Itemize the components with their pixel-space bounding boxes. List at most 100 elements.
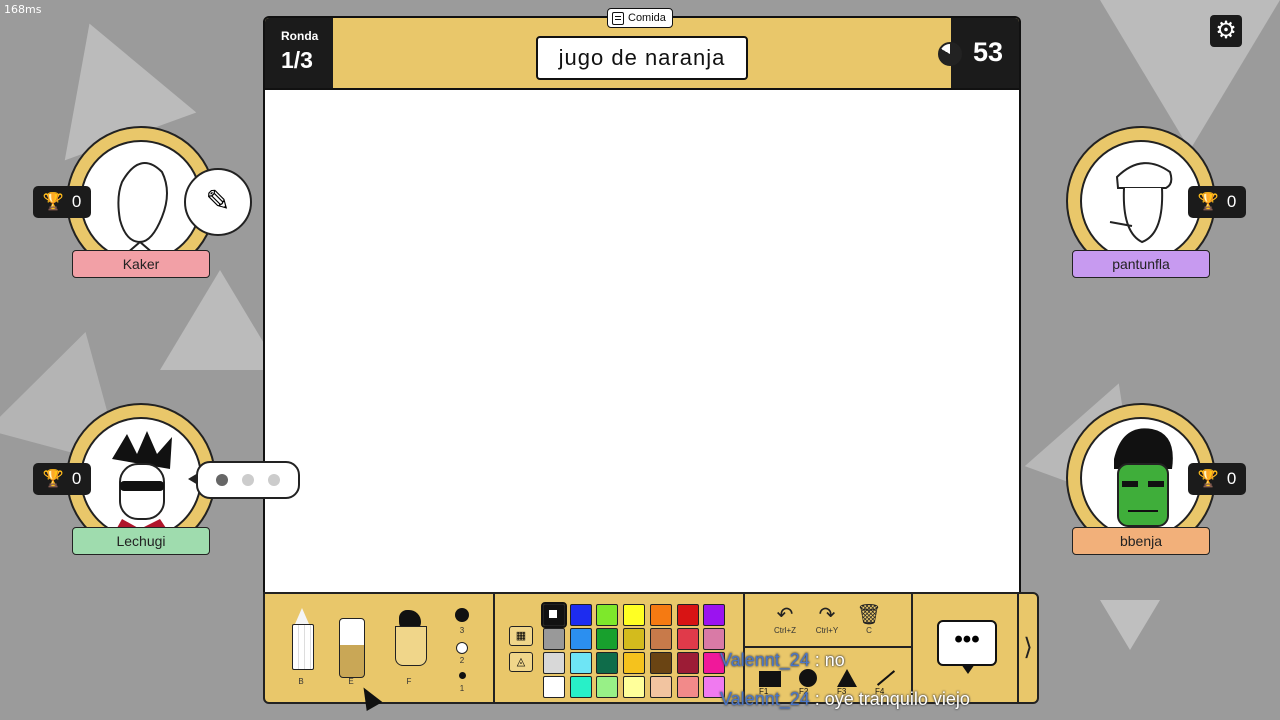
bucket-icon [395,626,427,666]
clear-button[interactable]: 🗑 C [849,604,889,635]
color-swatch[interactable] [596,652,619,674]
pencil-icon: ✎ [205,185,231,218]
latency-readout: 168ms [4,3,42,16]
color-swatch[interactable] [676,676,699,698]
color-swatch[interactable] [649,652,672,674]
bg-triangle [1100,600,1160,650]
chat-username: Valennt_24 [720,650,810,670]
player-name: bbenja [1072,527,1210,555]
player-name: Lechugi [72,527,210,555]
chat-panel: ••• [911,592,1019,704]
score-badge: 🏆 0 [33,186,91,218]
color-swatch[interactable] [623,628,646,650]
chat-text: : no [814,650,845,670]
color-swatch[interactable] [649,604,672,626]
gear-icon: ⚙ [1215,17,1237,44]
color-swatch[interactable] [596,604,619,626]
drawing-canvas[interactable] [265,90,1019,596]
bg-triangle [160,270,280,370]
trash-icon: 🗑 [856,604,882,626]
chat-message: Valennt_24 : no [720,650,845,671]
color-swatch[interactable] [569,676,592,698]
color-swatch[interactable] [543,652,565,674]
color-palette: ▦ ◬ [493,592,745,704]
typing-dot [216,474,228,486]
avatar [80,417,202,539]
color-swatch[interactable] [676,652,699,674]
player-score: 0 [1226,192,1237,211]
drawing-toolbar: B E F 3 2 1 ▦ ◬ ↶ Ctrl+Z ↷ Ctrl+Y 🗑 C F1… [263,592,1039,704]
actions-panel: ↶ Ctrl+Z ↷ Ctrl+Y 🗑 C F1 F2 F3 F4 [743,592,913,704]
avatar [1080,140,1202,262]
redo-button[interactable]: ↷ Ctrl+Y [807,604,847,635]
grid-toggle-button[interactable]: ▦ [509,626,533,646]
triangle-icon [837,669,857,687]
brush-size-large[interactable] [455,608,469,622]
avatar-drawing [1114,428,1173,527]
color-swatch[interactable] [543,628,565,650]
color-swatch[interactable] [703,628,726,650]
eraser-icon [339,618,365,678]
divider [745,646,911,648]
trophy-icon: 🏆 [42,192,64,211]
settings-button[interactable]: ⚙ [1210,15,1242,47]
undo-shortcut: Ctrl+Z [774,626,796,635]
category-label: Comida [628,12,666,24]
brush-size-medium[interactable] [456,642,468,654]
avatar-drawing [117,162,168,255]
trophy-icon: 🏆 [42,469,64,488]
player-score: 0 [71,192,82,211]
color-swatch[interactable] [623,604,646,626]
eraser-tool[interactable]: E [331,608,371,686]
color-swatch[interactable] [676,604,699,626]
brush-size-label: 1 [459,684,465,693]
board-header: Ronda 1/3 Comida jugo de naranja 53 [265,8,1019,90]
redo-shortcut: Ctrl+Y [815,626,839,635]
document-icon [612,11,624,25]
chat-bubble-icon: ••• [954,626,980,653]
brush-size-label: 3 [459,626,465,635]
color-swatch[interactable] [543,676,565,698]
color-swatch[interactable] [569,652,592,674]
color-swatch[interactable] [541,602,567,628]
circle-icon [799,669,817,687]
grid-icon: ▦ [515,630,527,642]
avatar [1080,417,1202,539]
brush-size-small[interactable] [459,672,466,679]
color-swatch[interactable] [623,652,646,674]
color-swatch[interactable] [569,604,592,626]
secret-word: jugo de naranja [536,36,748,80]
score-badge: 🏆 0 [33,463,91,495]
timer-value: 53 [973,37,1004,67]
avatar-drawing [112,431,172,537]
color-swatch[interactable] [676,628,699,650]
trophy-icon: 🏆 [1197,469,1219,488]
shape-toggle-button[interactable]: ◬ [509,652,533,672]
chat-button[interactable]: ••• [937,620,997,674]
typing-dot [242,474,254,486]
chat-message: Valennt_24 : oye tranquilo viejo [720,689,970,710]
chevron-right-icon: ⟩ [1023,634,1033,661]
color-swatch[interactable] [569,628,592,650]
pencil-icon [292,608,314,678]
color-swatch[interactable] [623,676,646,698]
category-badge: Comida [607,8,673,28]
rectangle-icon [759,671,781,687]
color-swatch[interactable] [649,676,672,698]
pencil-tool[interactable]: B [281,608,321,686]
score-badge: 🏆 0 [1188,463,1246,495]
round-indicator: Ronda 1/3 [265,18,333,88]
player-name: pantunfla [1072,250,1210,278]
color-swatch[interactable] [596,676,619,698]
color-swatch[interactable] [703,604,726,626]
chat-username: Valennt_24 [720,689,810,709]
undo-button[interactable]: ↶ Ctrl+Z [765,604,805,635]
player-name: Kaker [72,250,210,278]
expand-panel-button[interactable]: ⟩ [1017,592,1039,704]
tools-panel: B E F 3 2 1 [263,592,495,704]
player-score: 0 [71,469,82,488]
color-swatch[interactable] [649,628,672,650]
color-swatch[interactable] [596,628,619,650]
brush-size-label: 2 [459,656,465,665]
fill-tool[interactable]: F [389,608,429,686]
